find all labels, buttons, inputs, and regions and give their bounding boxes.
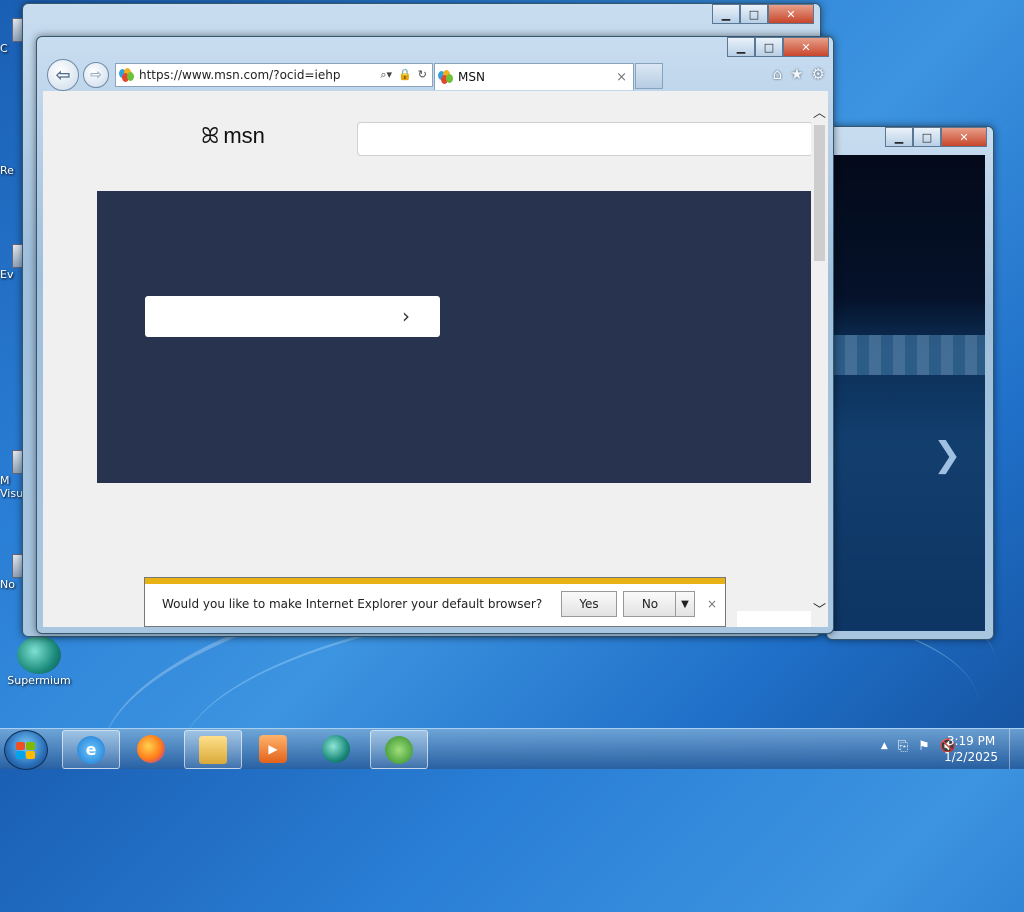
clock-date: 1/2/2025: [944, 750, 998, 764]
search-icon[interactable]: ⌕▾: [380, 68, 392, 82]
notification-message: Would you like to make Internet Explorer…: [162, 597, 543, 611]
taskbar-file-explorer[interactable]: [184, 730, 242, 769]
action-center-flag-icon[interactable]: ⚑: [918, 739, 930, 754]
scroll-down-arrow[interactable]: ﹀: [811, 600, 828, 618]
gear-icon[interactable]: ⚙: [812, 65, 825, 83]
search-input[interactable]: [357, 122, 813, 156]
new-tab-button[interactable]: [635, 63, 663, 89]
vertical-scrollbar[interactable]: ︿ ﹀: [811, 91, 828, 627]
notification-close-icon[interactable]: ×: [707, 597, 717, 611]
desktop-icon-supermium[interactable]: Supermium: [6, 636, 72, 687]
tab-title: MSN: [458, 70, 485, 84]
close-button[interactable]: ✕: [783, 37, 829, 57]
address-actions: ⌕▾ 🔒 ↻: [380, 68, 432, 82]
refresh-icon[interactable]: ↻: [418, 68, 427, 82]
show-hidden-icons-icon[interactable]: ▲: [881, 739, 888, 754]
chevron-right-icon[interactable]: ❯: [933, 435, 962, 475]
supermium-icon: [322, 734, 350, 763]
window-controls: ▁ □ ✕: [712, 4, 814, 24]
maximize-button[interactable]: □: [913, 127, 941, 147]
clock[interactable]: 3:19 PM 1/2/2025: [944, 733, 998, 765]
arrow-left-icon: ⇦: [55, 64, 71, 86]
address-url[interactable]: https://www.msn.com/?ocid=iehp: [139, 68, 340, 82]
scroll-thumb[interactable]: [814, 125, 825, 261]
start-button[interactable]: [4, 730, 48, 770]
no-options-dropdown[interactable]: ▼: [675, 591, 695, 617]
close-button[interactable]: ✕: [768, 4, 814, 24]
forward-button[interactable]: ⇨: [83, 62, 109, 88]
favorites-star-icon[interactable]: ★: [790, 65, 803, 83]
default-browser-notification: Would you like to make Internet Explorer…: [144, 577, 726, 627]
window-controls: ▁ □ ✕: [727, 37, 829, 57]
background-window-2[interactable]: ▁ □ ✕ ❯: [826, 126, 994, 640]
yes-button[interactable]: Yes: [561, 591, 617, 617]
firefox-icon: [137, 734, 165, 763]
page-footer-box: [737, 611, 811, 627]
minimize-button[interactable]: ▁: [885, 127, 913, 147]
minimize-button[interactable]: ▁: [727, 37, 755, 57]
back-button[interactable]: ⇦: [47, 59, 79, 91]
tab-close-icon[interactable]: ×: [616, 70, 633, 85]
notification-accent-bar: [145, 578, 725, 584]
hero-action-button[interactable]: ›: [145, 296, 440, 337]
arrow-right-icon: ⇨: [90, 67, 102, 83]
page-viewport: ꕤ msn › ︿ ﹀: [43, 91, 828, 627]
network-icon[interactable]: ⎘: [898, 739, 908, 754]
desktop-icon-label: Supermium: [7, 674, 71, 687]
lock-icon[interactable]: 🔒: [398, 68, 412, 82]
taskbar: e ▶ ▲ ⎘ ⚑ 🔇 3:19 PM 1/2/2025: [0, 728, 1024, 770]
tab-msn[interactable]: MSN ×: [434, 63, 634, 90]
maximize-button[interactable]: □: [740, 4, 768, 24]
show-desktop-button[interactable]: [1009, 729, 1024, 769]
supermium-icon: [17, 636, 61, 674]
windows-logo-icon: [385, 735, 413, 764]
desktop: { "desktop": { "icon_fragments": ["C", "…: [0, 0, 1024, 912]
toolbar-icons: ⌂ ★ ⚙: [773, 65, 825, 83]
taskbar-windows-update[interactable]: [370, 730, 428, 769]
chevron-right-icon: ›: [402, 304, 410, 328]
msn-favicon: [119, 68, 135, 82]
msn-logo[interactable]: ꕤ msn: [201, 123, 265, 149]
msn-favicon: [438, 70, 454, 84]
no-button[interactable]: No: [623, 591, 677, 617]
hero-banner: ›: [97, 191, 811, 483]
media-player-icon: ▶: [259, 734, 287, 763]
title-bar: ▁ □ ✕ ⇦ ⇨ https://www.msn.com/?ocid=iehp…: [37, 37, 833, 91]
taskbar-media-player[interactable]: ▶: [245, 730, 301, 767]
minimize-button[interactable]: ▁: [712, 4, 740, 24]
address-bar[interactable]: https://www.msn.com/?ocid=iehp ⌕▾ 🔒 ↻: [115, 63, 433, 87]
maximize-button[interactable]: □: [755, 37, 783, 57]
taskbar-supermium[interactable]: [308, 730, 364, 767]
window-content: ❯: [833, 155, 985, 631]
taskbar-internet-explorer[interactable]: e: [62, 730, 120, 769]
butterfly-logo-icon: ꕤ: [201, 123, 220, 148]
home-icon[interactable]: ⌂: [773, 65, 783, 83]
internet-explorer-icon: e: [77, 735, 105, 764]
internet-explorer-window[interactable]: ▁ □ ✕ ⇦ ⇨ https://www.msn.com/?ocid=iehp…: [36, 36, 834, 634]
clock-time: 3:19 PM: [946, 734, 996, 748]
folder-icon: [199, 735, 227, 764]
window-controls: ▁ □ ✕: [885, 127, 987, 147]
close-button[interactable]: ✕: [941, 127, 987, 147]
msn-logo-text: msn: [223, 123, 265, 148]
scroll-up-arrow[interactable]: ︿: [811, 103, 828, 121]
thumbnail-strip: [833, 335, 985, 375]
taskbar-firefox[interactable]: [123, 730, 179, 767]
